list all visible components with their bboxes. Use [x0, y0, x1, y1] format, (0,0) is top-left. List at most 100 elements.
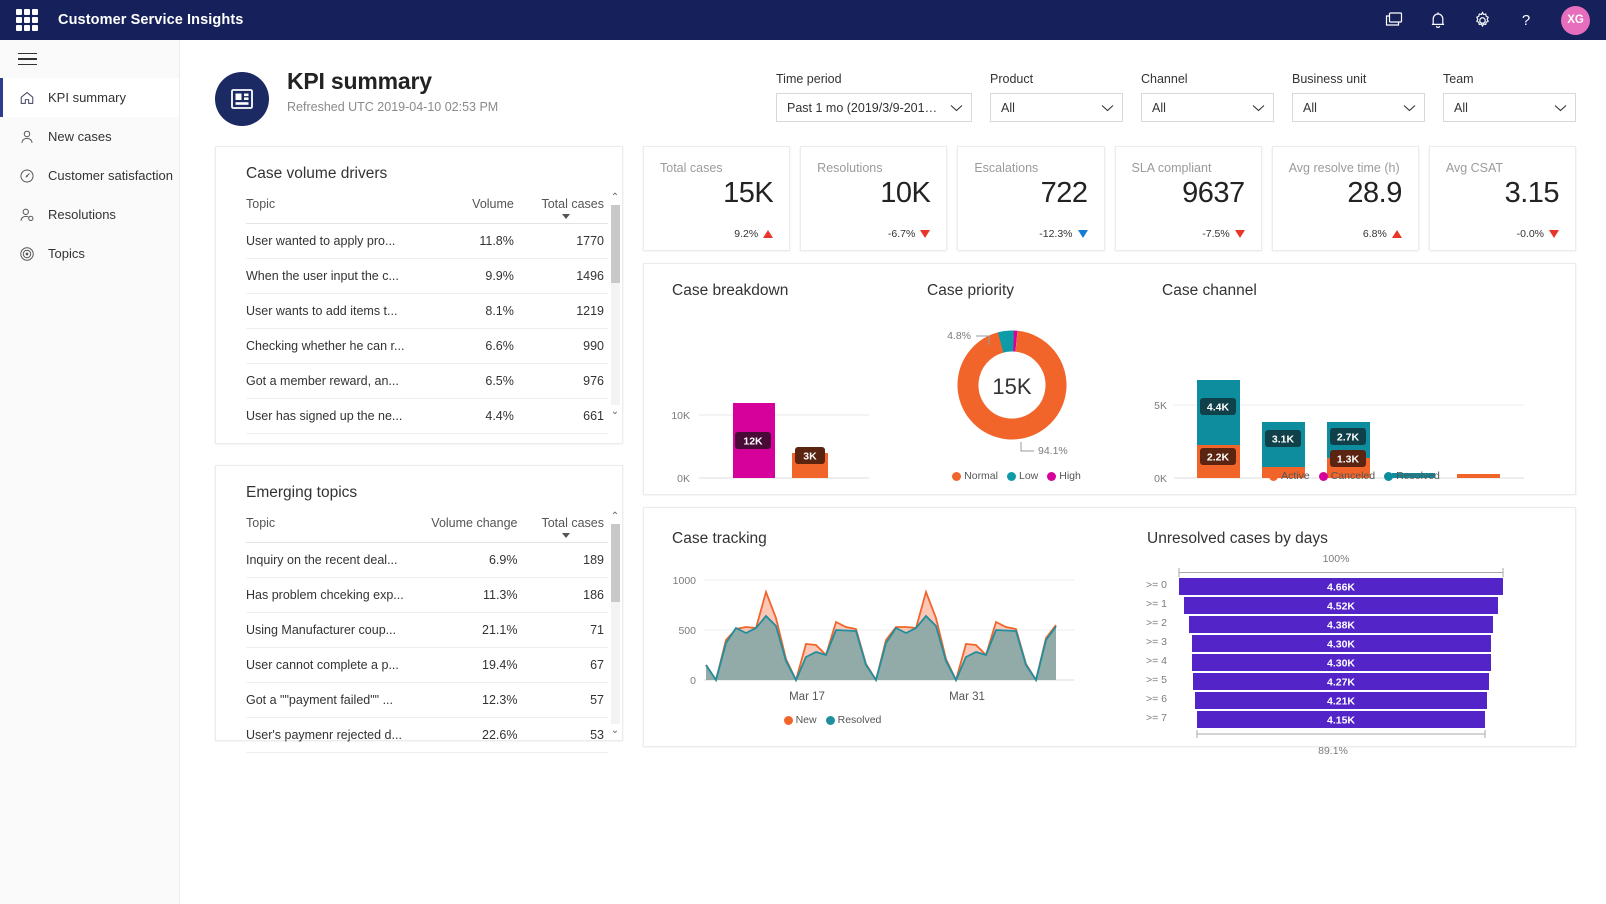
cell-topic: Using Manufacturer coup... [246, 613, 413, 648]
unresolved-cases-chart[interactable]: Unresolved cases by days 100% >= 0 4.66K [1131, 508, 1575, 746]
scroll-down-icon[interactable]: ⌄ [611, 407, 619, 417]
top-measure-bracket [1179, 568, 1503, 577]
legend-item-high[interactable]: High [1047, 470, 1081, 482]
kpi-value: 15K [660, 176, 773, 210]
legend-swatch [1047, 472, 1056, 481]
sidebar: KPI summary New cases Customer satisfact… [0, 40, 180, 904]
feedback-icon[interactable] [1383, 9, 1405, 31]
kpi-card-resolutions[interactable]: Resolutions 10K -6.7% [800, 146, 947, 251]
kpi-card-total-cases[interactable]: Total cases 15K 9.2% [643, 146, 790, 251]
legend-item-resolved[interactable]: Resolved [826, 714, 882, 726]
scrollbar-track[interactable] [611, 205, 620, 405]
column-header-total-cases[interactable]: Total cases [514, 191, 608, 224]
kpi-card-avg-resolve-time[interactable]: Avg resolve time (h) 28.9 6.8% [1272, 146, 1419, 251]
column-header-total-cases[interactable]: Total cases [517, 510, 608, 543]
product-select[interactable]: All [990, 93, 1123, 122]
cell-topic: User wanted to apply pro... [246, 224, 427, 259]
sidebar-item-topics[interactable]: Topics [0, 234, 179, 273]
table-scrollbar[interactable]: ⌃ ⌄ [608, 193, 622, 417]
hamburger-menu-icon[interactable] [0, 40, 179, 78]
filter-time-period: Time period Past 1 mo (2019/3/9-2019/... [776, 72, 972, 122]
cell-total: 189 [517, 543, 608, 578]
scroll-down-icon[interactable]: ⌄ [611, 726, 619, 736]
sidebar-item-customer-satisfaction[interactable]: Customer satisfaction [0, 156, 179, 195]
table-row[interactable]: User cannot complete a p...19.4%67 [246, 648, 608, 683]
sidebar-item-kpi-summary[interactable]: KPI summary [0, 78, 179, 117]
kpi-delta: -7.5% [1132, 228, 1245, 240]
column-header-topic[interactable]: Topic [246, 510, 413, 543]
table-body: User wanted to apply pro...11.8%1770 Whe… [246, 224, 608, 434]
help-icon[interactable]: ? [1515, 9, 1537, 31]
filter-label: Team [1443, 72, 1576, 86]
case-priority-chart[interactable]: Case priority 15K [899, 264, 1134, 494]
funnel-row-5[interactable]: >= 5 4.27K [1146, 673, 1489, 690]
avatar[interactable]: XG [1561, 6, 1590, 35]
time-period-select[interactable]: Past 1 mo (2019/3/9-2019/... [776, 93, 972, 122]
scroll-up-icon[interactable]: ⌃ [611, 193, 619, 203]
kpi-card-sla-compliant[interactable]: SLA compliant 9637 -7.5% [1115, 146, 1262, 251]
cell-volume-change: 12.3% [413, 683, 518, 718]
case-breakdown-chart[interactable]: Case breakdown 10K 0K 12K [644, 264, 899, 494]
case-channel-chart[interactable]: Case channel 5K 0K [1134, 264, 1575, 494]
bell-icon[interactable] [1427, 9, 1449, 31]
table-row[interactable]: User's paymenr rejected d...22.6%53 [246, 718, 608, 753]
legend-swatch [1319, 472, 1328, 481]
column-header-topic[interactable]: Topic [246, 191, 427, 224]
table-header-row: Topic Volume change Total cases [246, 510, 608, 543]
table-row[interactable]: Has problem chceking exp...11.3%186 [246, 578, 608, 613]
cell-topic: Inquiry on the recent deal... [246, 543, 413, 578]
cell-topic: Checking whether he can r... [246, 329, 427, 364]
case-tracking-chart[interactable]: Case tracking 1000 500 0 [644, 508, 1131, 746]
kpi-card-escalations[interactable]: Escalations 722 -12.3% [957, 146, 1104, 251]
row-category-label: >= 7 [1146, 712, 1167, 724]
bottom-measure-bracket [1197, 730, 1485, 738]
gear-icon[interactable] [1471, 9, 1493, 31]
legend-item-canceled[interactable]: Canceled [1319, 470, 1375, 482]
table-row[interactable]: Got a ""payment failed"" ...12.3%57 [246, 683, 608, 718]
team-select[interactable]: All [1443, 93, 1576, 122]
scroll-up-icon[interactable]: ⌃ [611, 512, 619, 522]
business-unit-select[interactable]: All [1292, 93, 1425, 122]
scrollbar-thumb[interactable] [611, 205, 620, 283]
kpi-card-avg-csat[interactable]: Avg CSAT 3.15 -0.0% [1429, 146, 1576, 251]
leader-line-normal [1021, 442, 1034, 451]
funnel-row-6[interactable]: >= 6 4.21K [1146, 692, 1487, 709]
sidebar-item-resolutions[interactable]: Resolutions [0, 195, 179, 234]
column-header-volume[interactable]: Volume [427, 191, 514, 224]
table-scrollbar[interactable]: ⌃ ⌄ [608, 512, 622, 736]
table-row[interactable]: User wants to add items t...8.1%1219 [246, 294, 608, 329]
funnel-row-1[interactable]: >= 1 4.52K [1146, 597, 1498, 614]
kpi-delta-value: -6.7% [888, 228, 915, 240]
scrollbar-thumb[interactable] [611, 524, 620, 602]
dashboard-icon [215, 72, 269, 126]
sidebar-item-new-cases[interactable]: New cases [0, 117, 179, 156]
legend-item-resolved[interactable]: Resolved [1384, 470, 1440, 482]
legend-item-new[interactable]: New [784, 714, 817, 726]
table-row[interactable]: User wanted to apply pro...11.8%1770 [246, 224, 608, 259]
table-row[interactable]: Using Manufacturer coup...21.1%71 [246, 613, 608, 648]
table-row[interactable]: Got a member reward, an...6.5%976 [246, 364, 608, 399]
table-row[interactable]: Inquiry on the recent deal...6.9%189 [246, 543, 608, 578]
table-row[interactable]: When the user input the c...9.9%1496 [246, 259, 608, 294]
y-tick-1000: 1000 [673, 575, 697, 587]
funnel-row-3[interactable]: >= 3 4.30K [1146, 635, 1491, 652]
column-header-volume-change[interactable]: Volume change [413, 510, 518, 543]
funnel-row-4[interactable]: >= 4 4.30K [1146, 654, 1491, 671]
funnel-row-0[interactable]: >= 0 4.66K [1146, 578, 1503, 595]
legend-item-low[interactable]: Low [1007, 470, 1038, 482]
scrollbar-track[interactable] [611, 524, 620, 724]
channel-select[interactable]: All [1141, 93, 1274, 122]
right-column: Total cases 15K 9.2% Resolutions 10K -6.… [643, 146, 1576, 767]
table-row[interactable]: Checking whether he can r...6.6%990 [246, 329, 608, 364]
cell-topic: User's paymenr rejected d... [246, 718, 413, 753]
funnel-row-2[interactable]: >= 2 4.38K [1146, 616, 1493, 633]
app-launcher-icon[interactable] [16, 9, 38, 31]
sidebar-item-label: New cases [48, 129, 112, 144]
legend-item-active[interactable]: Active [1269, 470, 1310, 482]
legend-item-normal[interactable]: Normal [952, 470, 998, 482]
emerging-topics-table: Topic Volume change Total cases Inquiry [216, 510, 622, 753]
chart-title: Case tracking [644, 508, 1131, 548]
column-header-label: Total cases [541, 516, 604, 530]
funnel-row-7[interactable]: >= 7 4.15K [1146, 711, 1485, 728]
table-row[interactable]: User has signed up the ne...4.4%661 [246, 399, 608, 434]
